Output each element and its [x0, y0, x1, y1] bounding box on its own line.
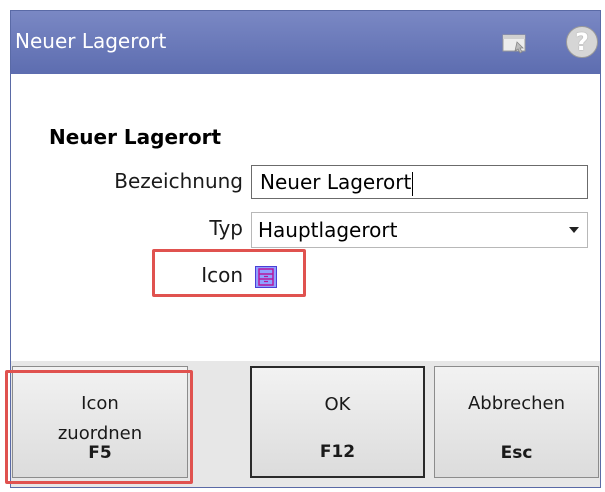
icon-button-highlight: [5, 370, 193, 484]
help-icon[interactable]: ?: [566, 26, 598, 58]
typ-selected-value: Hauptlagerort: [258, 218, 398, 242]
storage-location-icon[interactable]: [255, 266, 277, 288]
ok-button-label: OK: [324, 394, 351, 415]
ok-button-shortcut: F12: [319, 442, 356, 462]
cancel-button-shortcut: Esc: [500, 443, 533, 463]
bezeichnung-label: Bezeichnung: [114, 169, 243, 193]
help-glyph: ?: [575, 28, 589, 56]
bezeichnung-value: Neuer Lagerort: [260, 170, 412, 194]
section-title: Neuer Lagerort: [49, 125, 222, 149]
title-bar: Neuer Lagerort ?: [11, 11, 600, 74]
dropdown-arrow-icon[interactable]: [569, 227, 579, 233]
text-caret: [412, 171, 414, 196]
icon-label: Icon: [201, 263, 243, 287]
ok-button[interactable]: OK F12: [250, 366, 425, 478]
typ-label: Typ: [209, 216, 243, 240]
cancel-button-label: Abbrechen: [467, 393, 566, 414]
typ-select[interactable]: Hauptlagerort: [251, 212, 588, 248]
cancel-button[interactable]: Abbrechen Esc: [434, 366, 599, 478]
window-title: Neuer Lagerort: [15, 29, 167, 53]
window-restore-icon[interactable]: [501, 31, 529, 55]
bezeichnung-input[interactable]: Neuer Lagerort: [251, 165, 588, 199]
